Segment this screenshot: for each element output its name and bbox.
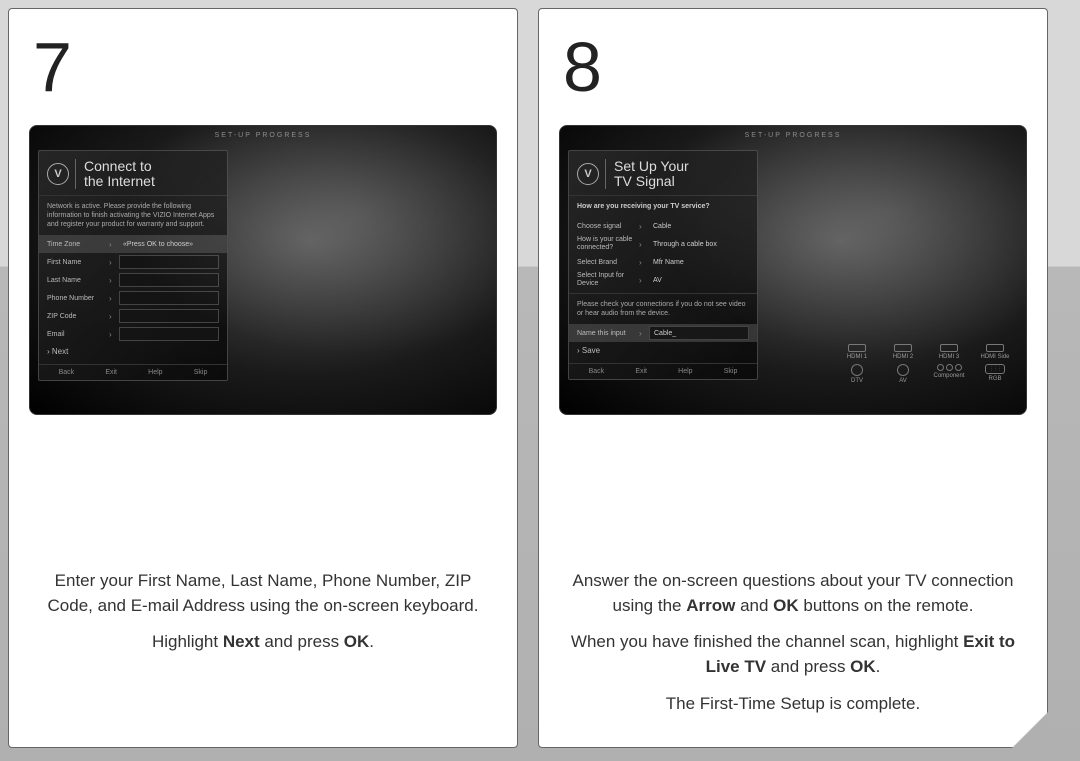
step-number: 7: [9, 9, 517, 107]
skip-button[interactable]: Skip: [724, 368, 738, 375]
exit-button[interactable]: Exit: [635, 368, 647, 375]
instruction-paragraph: Highlight Next and press OK.: [39, 630, 487, 655]
exit-button[interactable]: Exit: [105, 369, 117, 376]
component-icon: [937, 364, 962, 371]
row-name-input[interactable]: Name this input › Cable_: [569, 324, 757, 342]
row-select-brand[interactable]: Select Brand › Mfr Name: [569, 253, 757, 271]
chevron-right-icon: ›: [639, 329, 649, 338]
port-hdmi1: HDMI 1: [836, 344, 878, 360]
row-choose-signal[interactable]: Choose signal › Cable: [569, 217, 757, 235]
chevron-right-icon: ›: [109, 240, 119, 249]
tv-screenshot-right: SET-UP PROGRESS V Set Up Your TV Signal …: [559, 125, 1027, 415]
panel-description: Network is active. Please provide the fo…: [39, 196, 227, 235]
chevron-right-icon: ›: [639, 258, 649, 267]
port-hdmi3: HDMI 3: [928, 344, 970, 360]
cut-corner: [1012, 712, 1048, 748]
first-name-field[interactable]: [119, 255, 219, 269]
rca-icon: [897, 364, 909, 376]
row-time-zone[interactable]: Time Zone › «Press OK to choose»: [39, 235, 227, 253]
back-button[interactable]: Back: [589, 368, 605, 375]
instruction-paragraph: The First-Time Setup is complete.: [569, 692, 1017, 717]
port-rgb: RGB: [974, 364, 1016, 384]
vizio-logo-icon: V: [47, 163, 69, 185]
port-av: AV: [882, 364, 924, 384]
step-card-7: 7 SET-UP PROGRESS V Connect to the Inter…: [8, 8, 518, 748]
panel-footer: Back Exit Help Skip: [39, 364, 227, 376]
check-message: Please check your connections if you do …: [569, 293, 757, 324]
panel-header: V Set Up Your TV Signal: [569, 151, 757, 196]
zip-field[interactable]: [119, 309, 219, 323]
last-name-field[interactable]: [119, 273, 219, 287]
next-row[interactable]: › Next: [39, 343, 227, 360]
row-cable-connected[interactable]: How is your cable connected? › Through a…: [569, 235, 757, 253]
instructions-right: Answer the on-screen questions about you…: [569, 569, 1017, 728]
row-select-input[interactable]: Select Input for Device › AV: [569, 271, 757, 289]
port-dtv: DTV: [836, 364, 878, 384]
menu-panel-signal: V Set Up Your TV Signal How are you rece…: [568, 150, 758, 380]
instruction-paragraph: Enter your First Name, Last Name, Phone …: [39, 569, 487, 618]
row-last-name[interactable]: Last Name ›: [39, 271, 227, 289]
tv-header: SET-UP PROGRESS: [30, 126, 496, 142]
hdmi-icon: [986, 344, 1004, 352]
row-zip[interactable]: ZIP Code ›: [39, 307, 227, 325]
instruction-paragraph: When you have finished the channel scan,…: [569, 630, 1017, 679]
help-button[interactable]: Help: [148, 369, 162, 376]
row-email[interactable]: Email ›: [39, 325, 227, 343]
chevron-right-icon: ›: [109, 330, 119, 339]
tv-screenshot-left: SET-UP PROGRESS V Connect to the Interne…: [29, 125, 497, 415]
panel-title: Connect to the Internet: [75, 159, 155, 189]
menu-panel-connect: V Connect to the Internet Network is act…: [38, 150, 228, 381]
chevron-right-icon: ›: [109, 294, 119, 303]
panel-question: How are you receiving your TV service?: [569, 196, 757, 217]
chevron-right-icon: ›: [109, 258, 119, 267]
port-component: Component: [928, 364, 970, 384]
hdmi-icon: [940, 344, 958, 352]
chevron-right-icon: ›: [639, 240, 649, 249]
hdmi-icon: [894, 344, 912, 352]
tv-ports: HDMI 1 HDMI 2 HDMI 3 HDMI Side DTV AV Co…: [836, 344, 1016, 384]
chevron-right-icon: ›: [109, 276, 119, 285]
instructions-left: Enter your First Name, Last Name, Phone …: [39, 569, 487, 667]
step-card-8: 8 SET-UP PROGRESS V Set Up Your TV Signa…: [538, 8, 1048, 748]
hdmi-icon: [848, 344, 866, 352]
panel-footer: Back Exit Help Skip: [569, 363, 757, 375]
panel-title: Set Up Your TV Signal: [605, 159, 689, 189]
skip-button[interactable]: Skip: [194, 369, 208, 376]
tv-header: SET-UP PROGRESS: [560, 126, 1026, 142]
name-input-field[interactable]: Cable_: [649, 326, 749, 340]
port-hdmi-side: HDMI Side: [974, 344, 1016, 360]
port-hdmi2: HDMI 2: [882, 344, 924, 360]
row-first-name[interactable]: First Name ›: [39, 253, 227, 271]
email-field[interactable]: [119, 327, 219, 341]
help-button[interactable]: Help: [678, 368, 692, 375]
chevron-right-icon: ›: [109, 312, 119, 321]
row-phone[interactable]: Phone Number ›: [39, 289, 227, 307]
instruction-paragraph: Answer the on-screen questions about you…: [569, 569, 1017, 618]
vizio-logo-icon: V: [577, 163, 599, 185]
phone-field[interactable]: [119, 291, 219, 305]
vga-icon: [985, 364, 1005, 374]
chevron-right-icon: ›: [639, 222, 649, 231]
back-button[interactable]: Back: [59, 369, 75, 376]
panel-header: V Connect to the Internet: [39, 151, 227, 196]
save-row[interactable]: › Save: [569, 342, 757, 359]
coax-icon: [851, 364, 863, 376]
step-number: 8: [539, 9, 1047, 107]
chevron-right-icon: ›: [639, 276, 649, 285]
